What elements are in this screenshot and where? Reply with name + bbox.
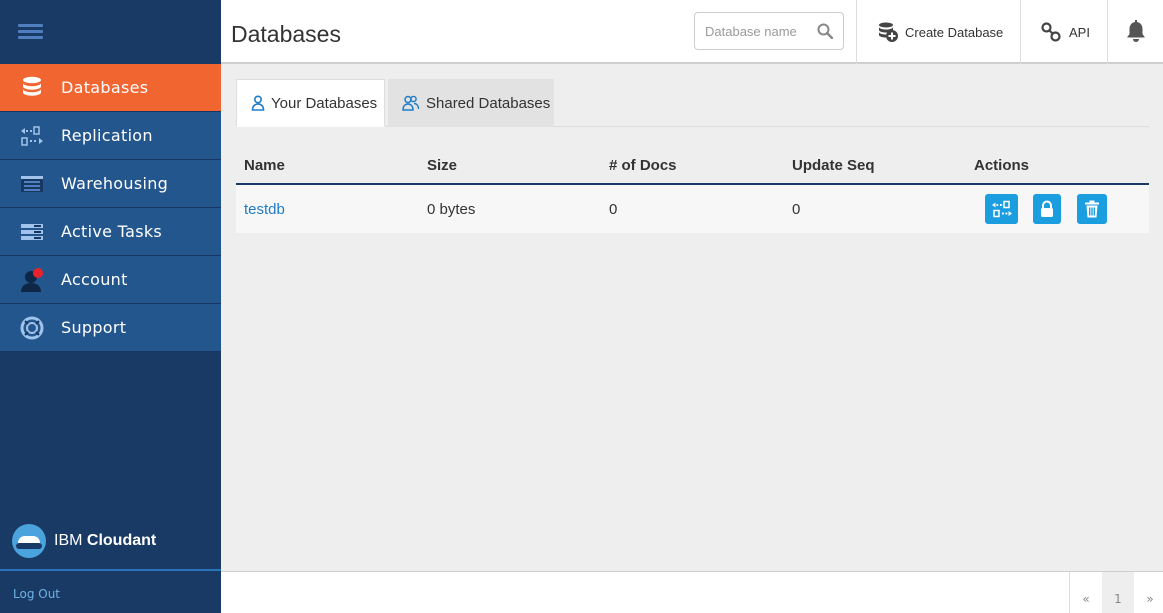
sidebar-item-label: Databases bbox=[61, 78, 149, 97]
user-icon bbox=[251, 95, 265, 111]
users-icon bbox=[402, 95, 420, 111]
bell-icon bbox=[1126, 20, 1145, 42]
database-doc-count: 0 bbox=[609, 201, 618, 218]
trash-icon bbox=[1085, 200, 1099, 218]
menu-toggle-icon[interactable] bbox=[18, 24, 43, 40]
logout-link[interactable]: Log Out bbox=[13, 587, 60, 601]
databases-table: Name Size # of Docs Update Seq Actions t… bbox=[236, 146, 1149, 233]
tab-your-databases[interactable]: Your Databases bbox=[236, 79, 385, 127]
pagination: « 1 » bbox=[1069, 572, 1163, 613]
database-size: 0 bytes bbox=[427, 201, 476, 218]
tab-label: Your Databases bbox=[271, 94, 378, 112]
add-database-icon bbox=[879, 22, 898, 42]
warehouse-icon bbox=[19, 171, 45, 197]
database-update-seq: 0 bbox=[792, 201, 801, 218]
api-button[interactable]: API bbox=[1020, 0, 1107, 64]
account-icon bbox=[19, 267, 45, 293]
column-header-docs[interactable]: # of Docs bbox=[609, 157, 677, 174]
table-header: Name Size # of Docs Update Seq Actions bbox=[236, 146, 1149, 185]
notifications-button[interactable] bbox=[1107, 0, 1163, 64]
column-header-update-seq[interactable]: Update Seq bbox=[792, 157, 875, 174]
brand-name: IBM Cloudant bbox=[54, 532, 156, 550]
sidebar-item-replication[interactable]: Replication bbox=[0, 112, 221, 160]
database-tabs: Your Databases Shared Databases bbox=[236, 79, 1149, 127]
sidebar: Databases Replication Warehousing Active… bbox=[0, 0, 221, 613]
database-icon bbox=[19, 75, 45, 101]
column-header-actions: Actions bbox=[974, 157, 1030, 174]
lock-icon bbox=[1041, 200, 1053, 217]
sidebar-item-databases[interactable]: Databases bbox=[0, 64, 221, 112]
pagination-prev[interactable]: « bbox=[1070, 572, 1102, 613]
cloudant-logo-icon bbox=[12, 524, 46, 558]
sidebar-item-label: Replication bbox=[61, 126, 153, 145]
sidebar-item-active-tasks[interactable]: Active Tasks bbox=[0, 208, 221, 256]
sidebar-item-label: Active Tasks bbox=[61, 222, 163, 241]
sidebar-item-label: Support bbox=[61, 318, 127, 337]
link-icon bbox=[1041, 22, 1061, 42]
top-header: Databases Create Database API bbox=[221, 0, 1163, 64]
database-name-link[interactable]: testdb bbox=[244, 201, 285, 218]
column-header-name[interactable]: Name bbox=[244, 157, 285, 174]
brand-product: Cloudant bbox=[86, 532, 157, 549]
sidebar-item-label: Warehousing bbox=[61, 174, 169, 193]
search-input[interactable] bbox=[705, 23, 815, 39]
search-icon[interactable] bbox=[817, 23, 833, 39]
footer-bar: « 1 » bbox=[221, 571, 1163, 613]
create-database-label: Create Database bbox=[905, 24, 1004, 40]
tab-label: Shared Databases bbox=[426, 94, 551, 112]
sidebar-item-support[interactable]: Support bbox=[0, 304, 221, 352]
delete-database-button[interactable] bbox=[1077, 194, 1107, 224]
pagination-next[interactable]: » bbox=[1134, 572, 1163, 613]
brand-prefix: IBM bbox=[54, 532, 83, 549]
search-box bbox=[694, 12, 844, 50]
sidebar-nav: Databases Replication Warehousing Active… bbox=[0, 64, 221, 352]
main-content: Your Databases Shared Databases Name Siz… bbox=[221, 66, 1163, 571]
api-label: API bbox=[1069, 24, 1090, 40]
replicate-button[interactable] bbox=[985, 194, 1018, 224]
tab-shared-databases[interactable]: Shared Databases bbox=[388, 79, 554, 127]
tasks-icon bbox=[19, 219, 45, 245]
create-database-button[interactable]: Create Database bbox=[856, 0, 1020, 64]
column-header-size[interactable]: Size bbox=[427, 157, 457, 174]
sidebar-item-label: Account bbox=[61, 270, 128, 289]
page-title: Databases bbox=[231, 21, 341, 47]
sidebar-item-account[interactable]: Account bbox=[0, 256, 221, 304]
brand-logo: IBM Cloudant bbox=[12, 524, 156, 558]
lifebuoy-icon bbox=[19, 315, 45, 341]
replication-icon bbox=[19, 123, 45, 149]
pagination-page[interactable]: 1 bbox=[1102, 572, 1134, 613]
sidebar-divider bbox=[0, 569, 221, 571]
table-row: testdb 0 bytes 0 0 bbox=[236, 185, 1149, 233]
sidebar-item-warehousing[interactable]: Warehousing bbox=[0, 160, 221, 208]
replication-icon bbox=[991, 200, 1012, 218]
permissions-button[interactable] bbox=[1033, 194, 1061, 224]
